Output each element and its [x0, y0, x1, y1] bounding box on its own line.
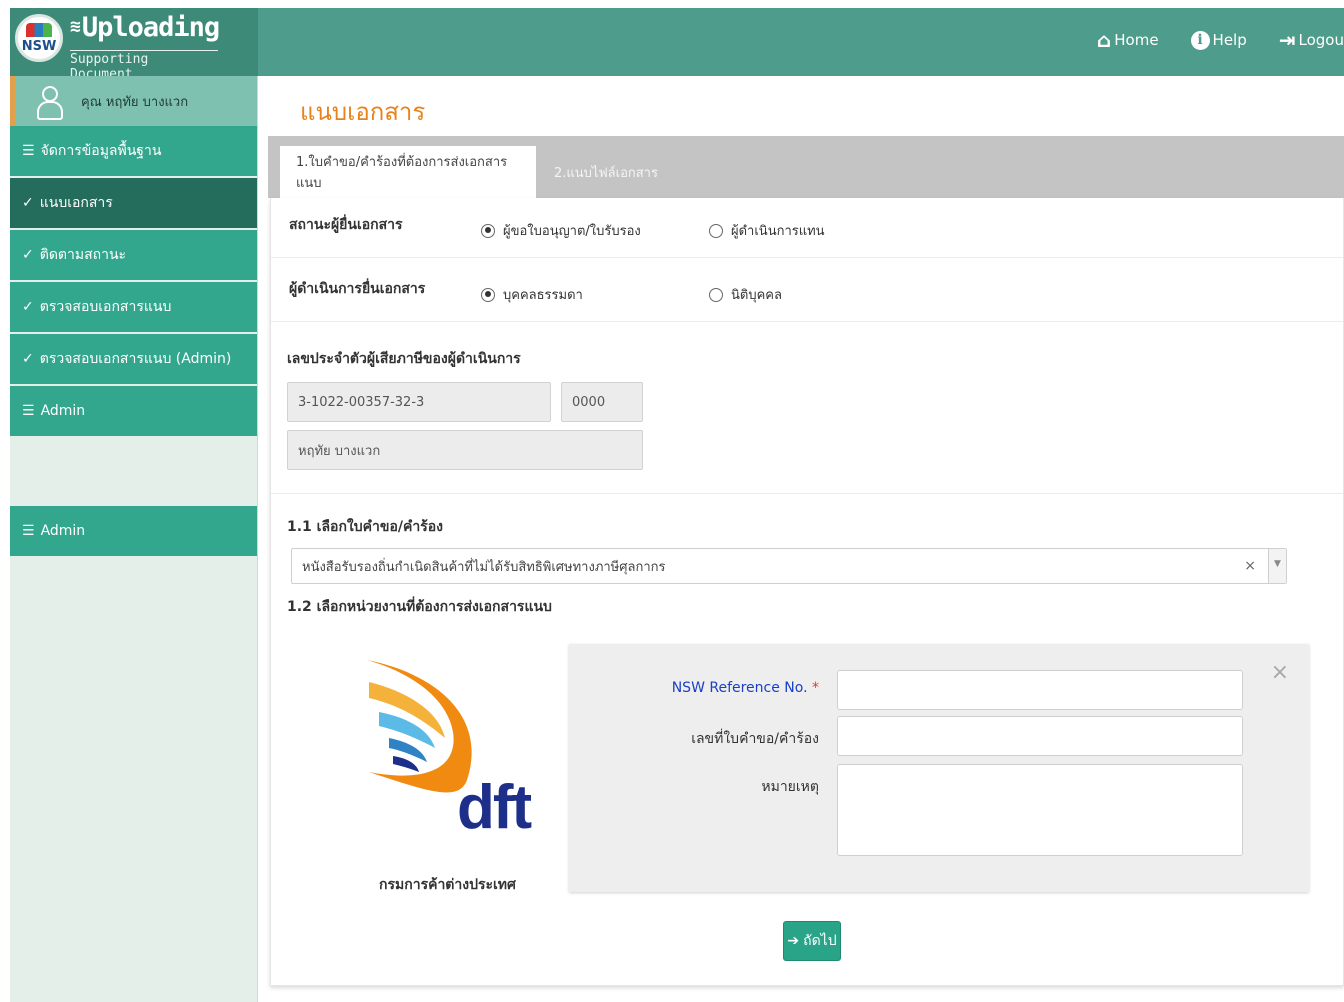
- sidebar-item-basic-data[interactable]: ☰ จัดการข้อมูลพื้นฐาน: [10, 126, 257, 178]
- logout-icon: ⇥: [1278, 28, 1296, 52]
- menu-icon: ☰: [22, 523, 35, 539]
- sidebar-item-admin[interactable]: ☰ Admin: [10, 386, 257, 438]
- agency-name: กรมการค้าต่างประเทศ: [379, 877, 516, 893]
- radio-juristic[interactable]: นิติบุคคล: [709, 284, 782, 305]
- dft-logo-text: dft: [457, 773, 532, 842]
- top-header: NSW ≋Uploading Supporting Document ⌂ Hom…: [10, 8, 1344, 82]
- check-circle-icon: ✓: [22, 299, 34, 315]
- branch-field[interactable]: 0000: [561, 382, 643, 422]
- radio-applicant[interactable]: ผู้ขอใบอนุญาต/ใบรับรอง: [481, 220, 641, 241]
- request-select-value: หนังสือรับรองถิ่นกำเนิดสินค้าที่ไม่ได้รั…: [302, 559, 666, 575]
- note-label: หมายเหตุ: [761, 779, 819, 795]
- submitter-status-label: สถานะผู้ยื่นเอกสาร: [289, 217, 403, 233]
- sidebar-item-track-status[interactable]: ✓ ติดตามสถานะ: [10, 230, 257, 282]
- nav-home[interactable]: ⌂ Home: [1097, 28, 1159, 52]
- brand[interactable]: NSW ≋Uploading Supporting Document: [10, 8, 258, 82]
- nav-logout[interactable]: ⇥ Logou: [1279, 28, 1344, 52]
- chevron-down-icon[interactable]: ▼: [1268, 549, 1286, 583]
- sidebar-item-check-attachments[interactable]: ✓ ตรวจสอบเอกสารแนบ: [10, 282, 257, 334]
- clear-icon[interactable]: ×: [1244, 558, 1256, 574]
- close-icon[interactable]: ×: [1271, 660, 1289, 685]
- user-icon: [37, 86, 63, 120]
- sidebar-item-attach-docs[interactable]: ✓ แนบเอกสาร: [10, 178, 257, 230]
- note-textarea[interactable]: [837, 764, 1243, 856]
- user-name: คุณ หฤทัย บางแวก: [81, 94, 189, 110]
- tax-id-field[interactable]: 3-1022-00357-32-3: [287, 382, 551, 422]
- sidebar: คุณ หฤทัย บางแวก ☰ จัดการข้อมูลพื้นฐาน ✓…: [10, 76, 258, 1002]
- next-button[interactable]: ➔ ถัดไป: [783, 921, 841, 961]
- radio-selected-icon: [481, 287, 495, 302]
- page-title: แนบเอกสาร: [300, 98, 426, 126]
- tab-request-select[interactable]: 1.ใบคำขอ/คำร้องที่ต้องการส่งเอกสารแนบ: [280, 146, 536, 198]
- home-icon: ⌂: [1096, 28, 1112, 52]
- radio-unselected-icon: [709, 287, 723, 302]
- layers-icon: ≋: [70, 16, 81, 37]
- menu-icon: ☰: [22, 143, 35, 159]
- nav-help[interactable]: i Help: [1190, 28, 1247, 52]
- nsw-logo: NSW: [15, 14, 63, 62]
- taxpayer-row: เลขประจำตัวผู้เสียภาษีของผู้ดำเนินการ 3-…: [271, 322, 1343, 494]
- menu-icon: ☰: [22, 403, 35, 419]
- tab-bar: 1.ใบคำขอ/คำร้องที่ต้องการส่งเอกสารแนบ 2.…: [268, 136, 1344, 198]
- submitter-type-label: ผู้ดำเนินการยื่นเอกสาร: [289, 281, 426, 297]
- radio-unselected-icon: [709, 223, 723, 238]
- submitter-type-row: ผู้ดำเนินการยื่นเอกสาร บุคคลธรรมดา นิติบ…: [271, 258, 1343, 322]
- request-no-input[interactable]: [837, 716, 1243, 756]
- user-info: คุณ หฤทัย บางแวก: [10, 76, 257, 126]
- request-select[interactable]: หนังสือรับรองถิ่นกำเนิดสินค้าที่ไม่ได้รั…: [291, 548, 1287, 584]
- section-1-1-label: 1.1 เลือกใบคำขอ/คำร้อง: [287, 519, 443, 535]
- tab-attach-files[interactable]: 2.แนบไฟล์เอกสาร: [538, 146, 674, 198]
- nsw-ref-input[interactable]: [837, 670, 1243, 710]
- sidebar-item-admin-2[interactable]: ☰ Admin: [10, 506, 257, 558]
- info-icon: i: [1190, 30, 1210, 50]
- radio-selected-icon: [481, 223, 495, 238]
- nsw-ref-label: NSW Reference No. *: [671, 680, 819, 696]
- sidebar-item-check-attachments-admin[interactable]: ✓ ตรวจสอบเอกสารแนบ (Admin): [10, 334, 257, 386]
- check-circle-icon: ✓: [22, 195, 34, 211]
- request-no-label: เลขที่ใบคำขอ/คำร้อง: [691, 731, 819, 747]
- check-circle-icon: ✓: [22, 351, 34, 367]
- taxpayer-name-field[interactable]: หฤทัย บางแวก: [287, 430, 643, 470]
- form-panel: สถานะผู้ยื่นเอกสาร ผู้ขอใบอนุญาต/ใบรับรอ…: [270, 198, 1344, 986]
- arrow-right-icon: ➔: [787, 933, 800, 949]
- check-circle-icon: ✓: [22, 247, 34, 263]
- section-1-2-label: 1.2 เลือกหน่วยงานที่ต้องการส่งเอกสารแนบ: [287, 599, 552, 615]
- radio-representative[interactable]: ผู้ดำเนินการแทน: [709, 220, 825, 241]
- submitter-status-row: สถานะผู้ยื่นเอกสาร ผู้ขอใบอนุญาต/ใบรับรอ…: [271, 198, 1343, 258]
- top-nav: ⌂ Home i Help ⇥ Logou: [1065, 28, 1344, 52]
- taxpayer-label: เลขประจำตัวผู้เสียภาษีของผู้ดำเนินการ: [287, 351, 521, 367]
- main-content: แนบเอกสาร 1.ใบคำขอ/คำร้องที่ต้องการส่งเอ…: [268, 76, 1344, 1002]
- radio-individual[interactable]: บุคคลธรรมดา: [481, 284, 583, 305]
- app-title: ≋Uploading: [70, 12, 220, 43]
- agency-form-box: × NSW Reference No. * เลขที่ใบคำขอ/คำร้อ…: [569, 644, 1309, 892]
